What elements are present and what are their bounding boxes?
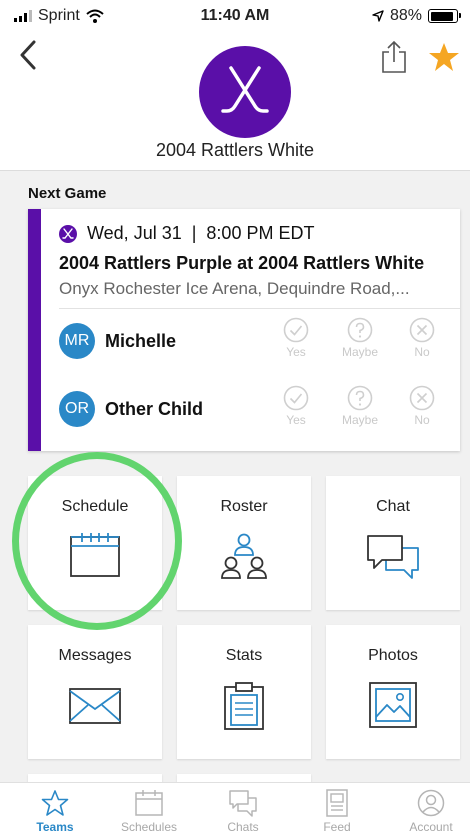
battery-fill: [430, 11, 453, 21]
roster-tile[interactable]: Roster: [177, 476, 311, 610]
tile-label: Chat: [376, 498, 410, 515]
tab-label: Schedules: [120, 820, 178, 834]
next-game-heading: Next Game: [28, 185, 107, 202]
chat-tile[interactable]: Chat: [326, 476, 460, 610]
tile-label: Roster: [220, 498, 268, 515]
rsvp-no-button[interactable]: No: [397, 317, 447, 359]
clipboard-icon: [224, 682, 264, 730]
tab-teams[interactable]: Teams: [8, 789, 102, 834]
rsvp-label: Maybe: [341, 413, 379, 427]
date-separator: |: [191, 223, 197, 243]
x-circle-icon: [409, 317, 435, 343]
favorite-star-icon[interactable]: [428, 42, 460, 72]
avatar: OR: [59, 391, 95, 427]
share-icon[interactable]: [380, 40, 408, 74]
rsvp-yes-button[interactable]: Yes: [271, 385, 321, 427]
game-matchup: 2004 Rattlers Purple at 2004 Rattlers Wh…: [59, 253, 425, 273]
battery-icon: [428, 9, 461, 23]
rsvp-maybe-button[interactable]: Maybe: [335, 317, 385, 359]
feed-icon: [326, 789, 348, 817]
messages-tile[interactable]: Messages: [28, 625, 162, 759]
tab-label: Teams: [36, 820, 74, 834]
rsvp-label: Yes: [286, 413, 306, 427]
rsvp-label: No: [414, 413, 430, 427]
rsvp-label: Yes: [286, 345, 306, 359]
people-icon: [221, 533, 267, 579]
rsvp-label: Maybe: [341, 345, 379, 359]
tab-feed[interactable]: Feed: [290, 789, 384, 834]
tile-label: Stats: [225, 647, 263, 664]
tab-label: Feed: [323, 820, 351, 834]
game-venue: Onyx Rochester Ice Arena, Dequindre Road…: [59, 279, 410, 298]
star-icon: [41, 790, 69, 816]
battery-group: 88%: [372, 7, 461, 25]
tab-account[interactable]: Account: [384, 789, 470, 834]
question-circle-icon: [347, 317, 373, 343]
tile-label: Photos: [368, 647, 418, 664]
check-circle-icon: [283, 385, 309, 411]
photos-tile[interactable]: Photos: [326, 625, 460, 759]
tile-label: Messages: [58, 647, 132, 664]
rsvp-row: OR Other Child Yes Maybe No: [59, 377, 460, 437]
attendee-name: Other Child: [105, 399, 203, 419]
team-home-content: Next Game Wed, Jul 31 | 8:00 PM EDT 2004…: [0, 170, 470, 804]
tile-label: Schedule: [61, 498, 129, 515]
calendar-icon: [135, 790, 163, 816]
rsvp-label: No: [414, 345, 430, 359]
location-arrow-icon: [372, 10, 384, 22]
game-datetime: Wed, Jul 31 | 8:00 PM EDT: [59, 223, 314, 244]
next-game-card[interactable]: Wed, Jul 31 | 8:00 PM EDT 2004 Rattlers …: [28, 209, 460, 451]
game-time: 8:00 PM EDT: [206, 223, 315, 243]
team-logo-small: [59, 224, 77, 243]
team-logo: [199, 46, 291, 138]
tab-chats[interactable]: Chats: [196, 789, 290, 834]
photo-icon: [369, 682, 417, 728]
avatar: MR: [59, 323, 95, 359]
rsvp-yes-button[interactable]: Yes: [271, 317, 321, 359]
hockey-sticks-icon: [221, 66, 269, 113]
tab-label: Account: [409, 820, 453, 834]
battery-percent: 88%: [389, 7, 422, 24]
question-circle-icon: [347, 385, 373, 411]
chat-bubbles-icon: [229, 790, 257, 817]
tab-label: Chats: [227, 820, 259, 834]
attendee-name: Michelle: [105, 331, 177, 351]
account-icon: [417, 789, 445, 817]
rsvp-row: MR Michelle Yes Maybe No: [59, 309, 460, 369]
schedule-tile[interactable]: Schedule: [28, 476, 162, 610]
game-date: Wed, Jul 31: [87, 223, 182, 243]
tab-schedules[interactable]: Schedules: [102, 789, 196, 834]
chat-bubbles-icon: [367, 535, 419, 579]
rsvp-maybe-button[interactable]: Maybe: [335, 385, 385, 427]
team-header: 2004 Rattlers White: [0, 32, 470, 170]
tab-bar: Teams Schedules Chats Feed Account: [0, 782, 470, 840]
status-bar: Sprint 11:40 AM 88%: [0, 0, 470, 32]
envelope-icon: [69, 688, 121, 724]
stats-tile[interactable]: Stats: [177, 625, 311, 759]
x-circle-icon: [409, 385, 435, 411]
team-name: 2004 Rattlers White: [155, 140, 315, 160]
calendar-icon: [70, 533, 120, 577]
back-chevron-icon[interactable]: [14, 38, 44, 72]
rsvp-no-button[interactable]: No: [397, 385, 447, 427]
hockey-sticks-icon: [62, 227, 74, 239]
check-circle-icon: [283, 317, 309, 343]
